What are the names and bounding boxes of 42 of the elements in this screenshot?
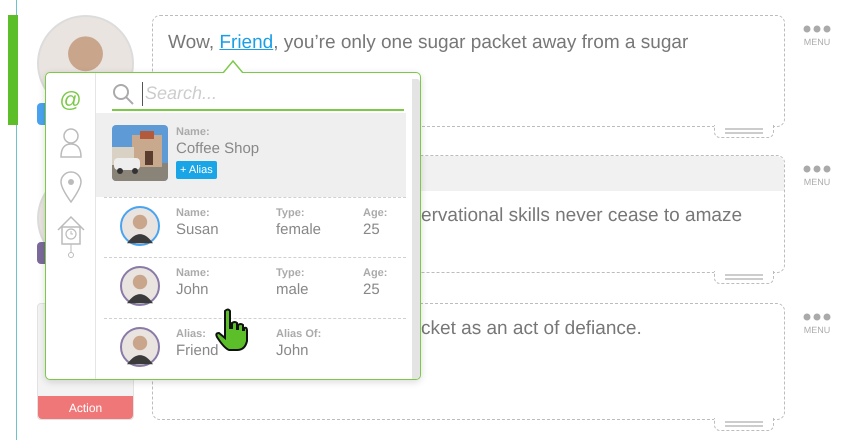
menu-icon[interactable]: [803, 313, 831, 321]
scrollbar[interactable]: [412, 79, 420, 379]
result-item[interactable]: Name: Coffee Shop + Alias: [96, 112, 406, 197]
search-icon: [112, 82, 134, 105]
message-text: cket as an act of defiance.: [421, 317, 643, 341]
message-text: Wow, Friend, you’re only one sugar packet away from a sugar: [168, 31, 690, 55]
field-value: John: [176, 280, 210, 300]
field-label: Alias Of:: [276, 327, 322, 342]
field-label: Type:: [276, 206, 306, 220]
menu-label[interactable]: MENU: [804, 37, 830, 47]
message-text: ervational skills never cease to amaze: [421, 204, 744, 228]
field-value: 25: [363, 280, 381, 300]
resize-handle[interactable]: [714, 125, 774, 138]
field-value: Friend: [176, 341, 220, 362]
menu-icon[interactable]: [803, 165, 831, 173]
mention-tab[interactable]: @: [59, 85, 82, 115]
result-item[interactable]: Name: John Type: male Age: 25: [104, 257, 406, 318]
field-label: Name:: [176, 124, 211, 139]
field-label: Age:: [363, 206, 388, 220]
field-label: Type:: [276, 266, 306, 280]
field-value: Susan: [176, 220, 220, 240]
resize-handle[interactable]: [714, 418, 774, 431]
add-alias-button[interactable]: + Alias: [176, 160, 217, 180]
field-value: John: [276, 341, 310, 362]
person-icon[interactable]: [58, 127, 82, 159]
location-pin-icon[interactable]: [60, 171, 82, 203]
field-label: Age:: [363, 266, 388, 280]
result-item[interactable]: Name: Susan Type: female Age: 25: [104, 196, 406, 258]
menu-icon[interactable]: [803, 25, 831, 33]
menu-label[interactable]: MENU: [804, 177, 830, 187]
menu-label[interactable]: MENU: [804, 325, 830, 335]
field-label: Name:: [176, 206, 211, 220]
house-clock-icon[interactable]: [56, 215, 86, 259]
field-value: Coffee Shop: [176, 138, 260, 159]
action-button[interactable]: Action: [38, 396, 133, 419]
mention-link[interactable]: Friend: [219, 32, 274, 53]
resize-handle[interactable]: [714, 271, 774, 284]
field-value: 25: [363, 220, 381, 240]
field-value: male: [276, 280, 310, 300]
field-value: female: [276, 220, 322, 240]
field-label: Alias:: [176, 327, 207, 342]
field-label: Name:: [176, 266, 211, 280]
